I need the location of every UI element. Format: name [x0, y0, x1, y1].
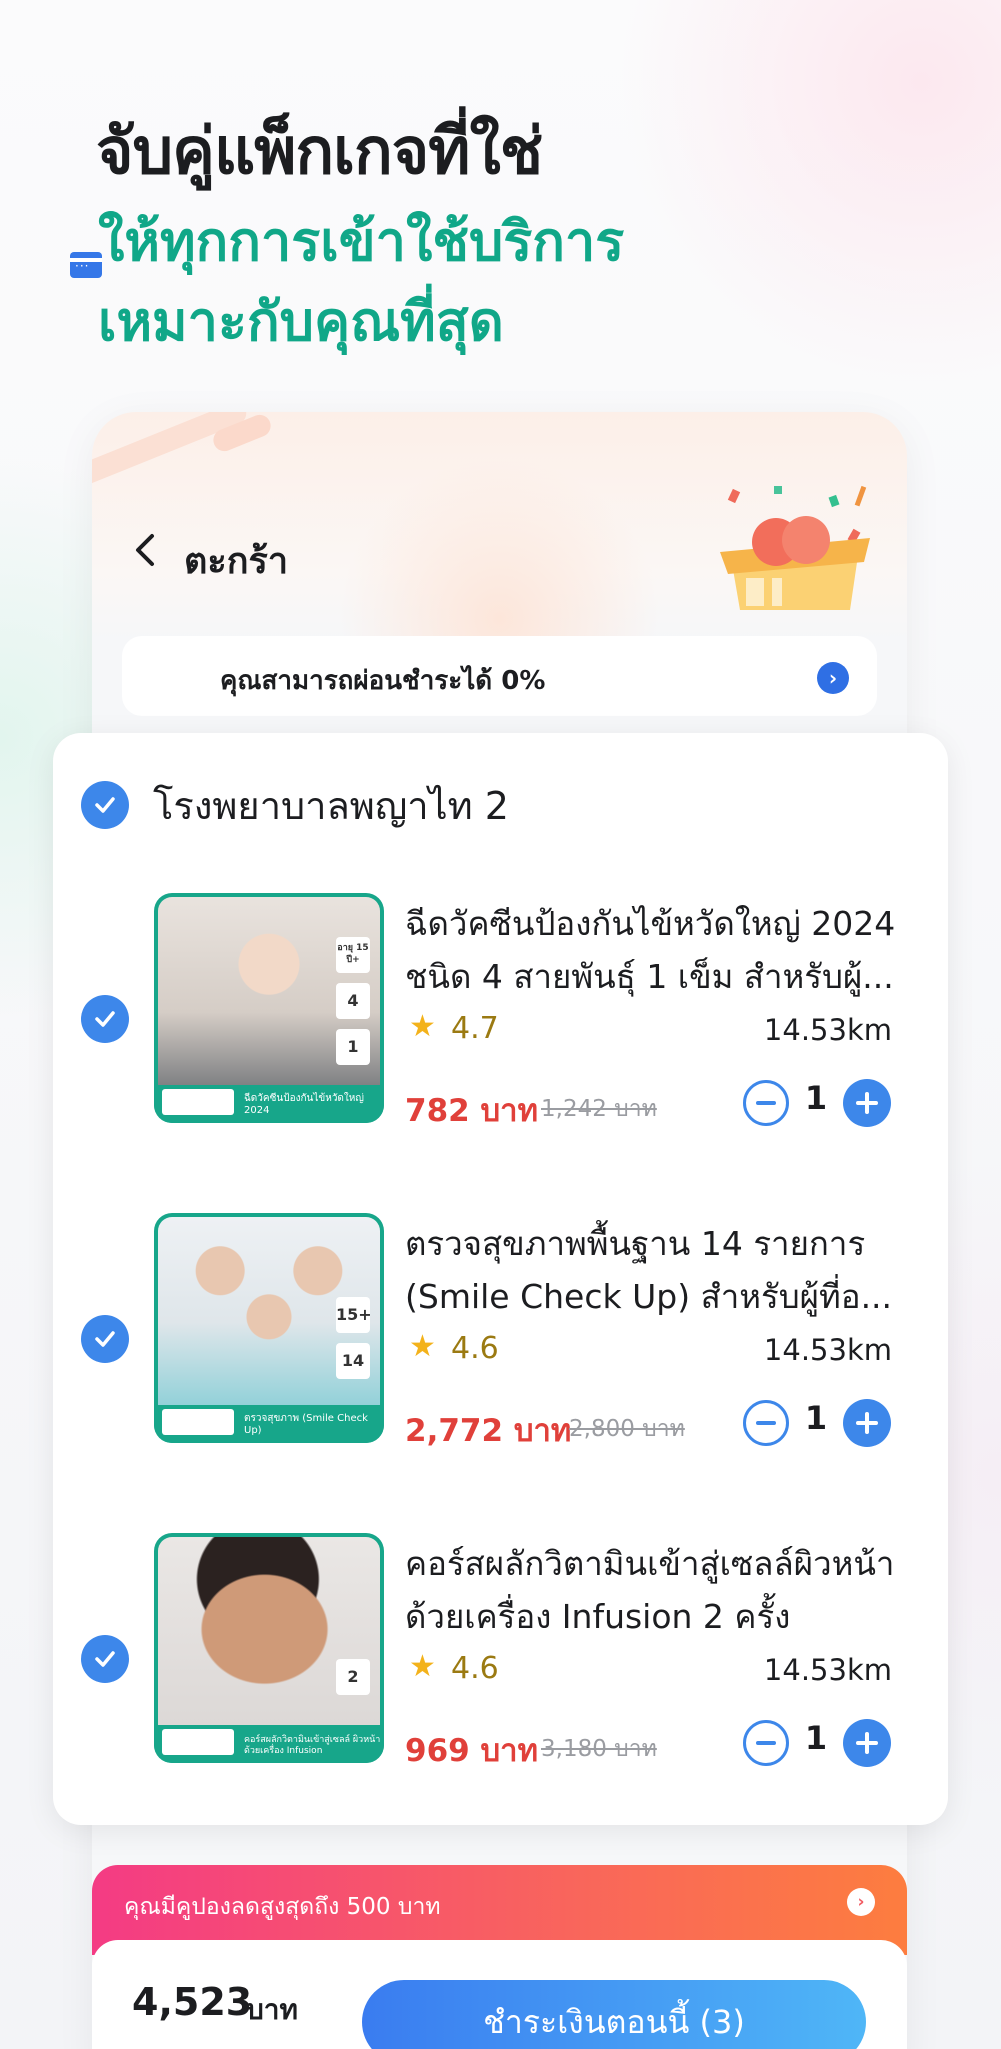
- image-caption: คอร์สผลักวิตามินเข้าสู่เซลล์ ผิวหน้า ด้ว…: [244, 1735, 381, 1756]
- item-title-line1[interactable]: ฉีดวัคซีนป้องกันไข้หวัดใหญ่ 2024: [405, 898, 905, 950]
- pay-now-button[interactable]: ชำระเงินตอนนี้ (3): [362, 1980, 866, 2049]
- installment-text: คุณสามารถผ่อนชำระได้ 0%: [220, 666, 546, 696]
- item-select-checkbox[interactable]: [81, 995, 129, 1043]
- item-old-price: 3,180 บาท: [541, 1736, 657, 1762]
- image-caption: ตรวจสุขภาพ (Smile Check Up): [244, 1413, 368, 1436]
- item-image[interactable]: 2 คอร์สผลักวิตามินเข้าสู่เซลล์ ผิวหน้า ด…: [154, 1533, 384, 1763]
- gift-box-icon: [720, 485, 870, 610]
- image-chip: 15+: [336, 1297, 372, 1333]
- image-chip: 1: [336, 1029, 370, 1065]
- image-chip: 14: [336, 1343, 370, 1379]
- star-icon: ★: [409, 1009, 436, 1044]
- item-title-line2[interactable]: ชนิด 4 สายพันธุ์ 1 เข็ม สำหรับผู้...: [405, 951, 905, 1003]
- star-icon: ★: [409, 1329, 436, 1364]
- decrease-quantity-button[interactable]: [743, 1400, 789, 1446]
- item-title-line1[interactable]: คอร์สผลักวิตามินเข้าสู่เซลล์ผิวหน้า: [405, 1538, 905, 1590]
- page-subheadline-2: เหมาะกับคุณที่สุด: [98, 290, 504, 353]
- page-headline: จับคู่แพ็กเกจที่ใช่: [96, 115, 543, 189]
- image-chip: 2: [336, 1659, 370, 1695]
- item-quantity: 1: [804, 1719, 828, 1757]
- item-quantity: 1: [804, 1399, 828, 1437]
- decrease-quantity-button[interactable]: [743, 1720, 789, 1766]
- hospital-select-checkbox[interactable]: [81, 781, 129, 829]
- installment-chevron-icon[interactable]: ›: [817, 662, 849, 694]
- check-icon: [95, 797, 115, 813]
- item-distance: 14.53km: [763, 1013, 892, 1047]
- hospital-logo: [162, 1729, 234, 1755]
- item-title-line2[interactable]: (Smile Check Up) สำหรับผู้ที่อ...: [405, 1271, 905, 1323]
- decrease-quantity-button[interactable]: [743, 1080, 789, 1126]
- item-rating: 4.6: [451, 1651, 499, 1686]
- item-old-price: 2,800 บาท: [569, 1416, 685, 1442]
- item-quantity: 1: [804, 1079, 828, 1117]
- star-icon: ★: [409, 1649, 436, 1684]
- item-price: 969 บาท: [405, 1733, 539, 1769]
- page-subheadline-1: ให้ทุกการเข้าใช้บริการ: [98, 210, 625, 273]
- item-rating: 4.6: [451, 1331, 499, 1366]
- total-price-unit: บาท: [246, 1993, 298, 2026]
- item-title-line2[interactable]: ด้วยเครื่อง Infusion 2 ครั้ง: [405, 1591, 905, 1643]
- item-select-checkbox[interactable]: [81, 1635, 129, 1683]
- item-price: 2,772 บาท: [405, 1413, 572, 1449]
- check-icon: [95, 1331, 115, 1347]
- item-title-line1[interactable]: ตรวจสุขภาพพื้นฐาน 14 รายการ: [405, 1218, 905, 1270]
- item-price: 782 บาท: [405, 1093, 539, 1129]
- image-chip: อายุ 15 ปี+: [336, 937, 370, 973]
- item-select-checkbox[interactable]: [81, 1315, 129, 1363]
- coupon-text: คุณมีคูปองลดสูงสุดถึง 500 บาท: [124, 1894, 441, 1920]
- hospital-cart-card: โรงพยาบาลพญาไท 2 อายุ 15 ปี+ 4 1 ฉีดวัคซ…: [53, 733, 948, 1825]
- increase-quantity-button[interactable]: [843, 1719, 891, 1767]
- item-distance: 14.53km: [763, 1653, 892, 1687]
- check-icon: [95, 1651, 115, 1667]
- image-chip: 4: [336, 983, 370, 1019]
- increase-quantity-button[interactable]: [843, 1399, 891, 1447]
- check-icon: [95, 1011, 115, 1027]
- increase-quantity-button[interactable]: [843, 1079, 891, 1127]
- item-image[interactable]: 15+ 14 ตรวจสุขภาพ (Smile Check Up): [154, 1213, 384, 1443]
- credit-card-icon: [70, 252, 102, 278]
- image-caption: ฉีดวัคซีนป้องกันไข้หวัดใหญ่ 2024: [244, 1093, 364, 1116]
- item-image[interactable]: อายุ 15 ปี+ 4 1 ฉีดวัคซีนป้องกันไข้หวัดใ…: [154, 893, 384, 1123]
- coupon-chevron-icon[interactable]: ›: [847, 1888, 875, 1916]
- total-price: 4,523: [132, 1980, 253, 2024]
- cart-title: ตะกร้า: [184, 541, 289, 582]
- hospital-name: โรงพยาบาลพญาไท 2: [153, 784, 509, 828]
- back-arrow-icon[interactable]: [126, 530, 166, 570]
- hospital-logo: [162, 1409, 234, 1435]
- item-old-price: 1,242 บาท: [541, 1096, 657, 1122]
- hospital-logo: [162, 1089, 234, 1115]
- item-distance: 14.53km: [763, 1333, 892, 1367]
- item-rating: 4.7: [451, 1011, 499, 1046]
